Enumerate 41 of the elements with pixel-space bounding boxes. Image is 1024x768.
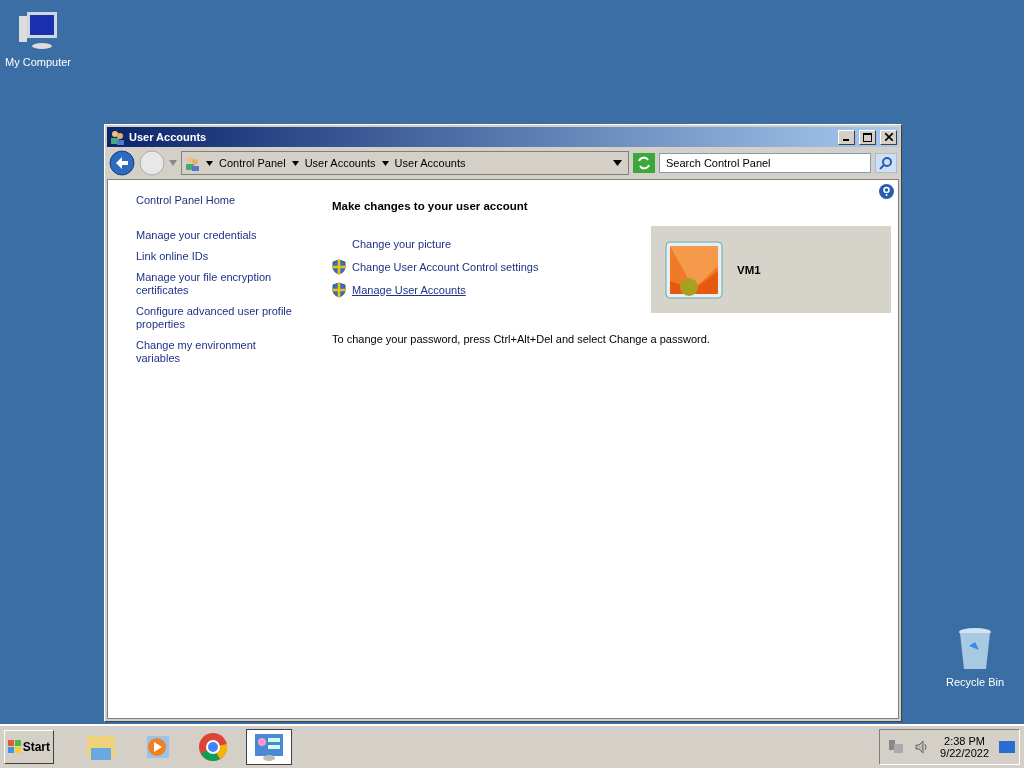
back-button[interactable] xyxy=(109,150,135,176)
sidebar-link[interactable]: Manage your file encryption certificates xyxy=(136,271,296,297)
caret-icon[interactable] xyxy=(613,160,622,166)
window-title: User Accounts xyxy=(129,131,208,143)
breadcrumb[interactable]: User Accounts xyxy=(394,157,466,169)
search-icon[interactable] xyxy=(875,153,897,173)
section-heading: Make changes to your user account xyxy=(332,200,529,212)
start-button[interactable]: Start xyxy=(4,730,54,764)
search-field[interactable]: Search Control Panel xyxy=(659,153,871,173)
icon-label: Recycle Bin xyxy=(945,676,1005,688)
users-icon xyxy=(184,155,200,171)
address-bar[interactable]: Control Panel User Accounts User Accounts xyxy=(181,151,629,175)
maximize-icon xyxy=(863,132,872,142)
sidebar-link[interactable]: Manage your credentials xyxy=(136,229,296,242)
maximize-button[interactable] xyxy=(859,129,876,145)
clock[interactable]: 2:38 PM 9/22/2022 xyxy=(940,735,989,759)
account-name: VM1 xyxy=(737,263,761,276)
control-panel-icon xyxy=(253,732,285,762)
close-button[interactable] xyxy=(880,129,897,145)
control-panel-home-link[interactable]: Control Panel Home xyxy=(136,194,296,207)
refresh-button[interactable] xyxy=(633,153,655,173)
taskbar-app[interactable] xyxy=(246,729,292,765)
task-link[interactable]: Change your picture xyxy=(352,237,452,250)
breadcrumb[interactable]: Control Panel xyxy=(219,157,286,169)
task-link[interactable]: Change User Account Control settings xyxy=(352,260,539,273)
icon-label: My Computer xyxy=(5,56,71,68)
password-note: To change your password, press Ctrl+Alt+Del and select Change a password. xyxy=(332,333,711,345)
sidebar-link[interactable]: Link online IDs xyxy=(136,250,296,263)
breadcrumb[interactable]: User Accounts xyxy=(304,157,376,169)
browser-icon xyxy=(198,732,228,762)
sidebar-link[interactable]: Change my environment variables xyxy=(136,339,296,365)
users-icon xyxy=(109,129,125,145)
caret-icon[interactable] xyxy=(291,160,299,166)
task-link[interactable]: Manage User Accounts xyxy=(352,283,466,296)
minimize-button[interactable] xyxy=(838,129,855,145)
sidebar-link[interactable]: Configure advanced user profile properties xyxy=(136,305,296,331)
windows-logo-icon xyxy=(8,740,21,754)
recycle-bin-icon xyxy=(957,626,993,672)
caret-icon[interactable] xyxy=(381,160,389,166)
close-icon xyxy=(884,133,893,141)
caret-icon[interactable] xyxy=(206,160,213,166)
